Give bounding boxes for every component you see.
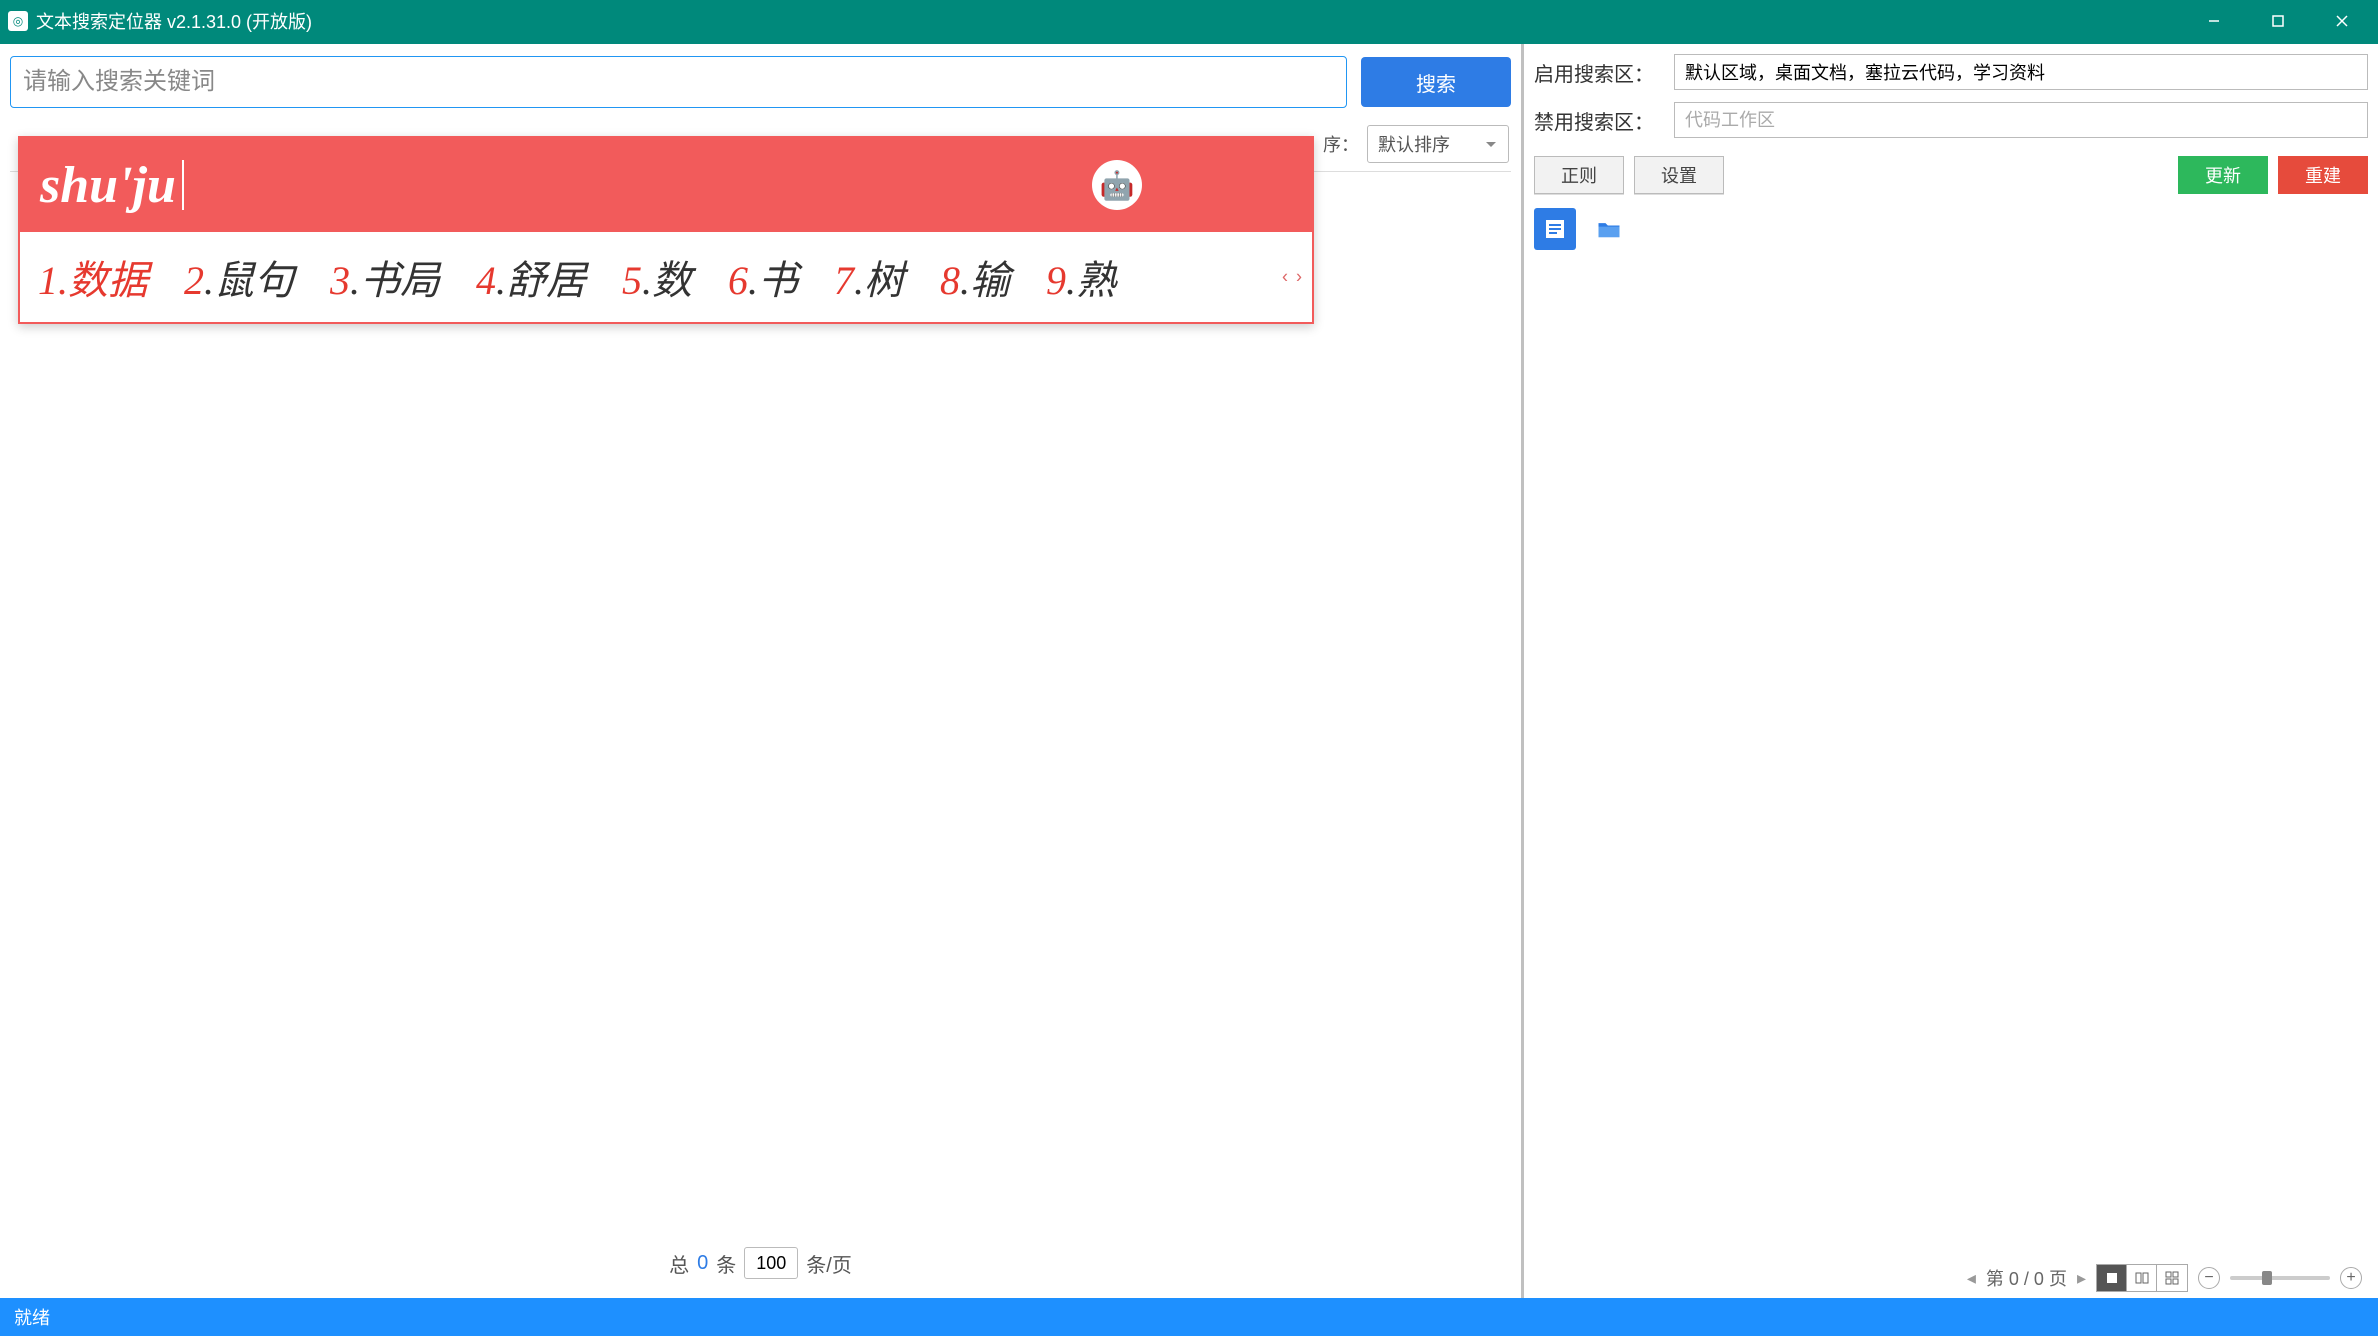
ime-prev-icon[interactable]: ‹ bbox=[1282, 267, 1288, 288]
status-bar: 就绪 bbox=[0, 1298, 2378, 1336]
ime-candidates[interactable]: 1.数据 2.鼠句 3.书局 4.舒居 5.数 6.书 7.树 8.输 9.熟 … bbox=[20, 232, 1312, 322]
regex-button[interactable]: 正则 bbox=[1534, 156, 1624, 194]
pagination: 总 0 条 条/页 bbox=[10, 1238, 1511, 1288]
ime-candidate[interactable]: 3.书局 bbox=[330, 248, 440, 306]
app-icon: ◎ bbox=[8, 11, 28, 31]
page-nav-next-icon[interactable]: ▸ bbox=[2077, 1268, 2086, 1289]
results-list bbox=[10, 172, 1511, 1238]
page-size-input[interactable] bbox=[744, 1247, 798, 1279]
total-suffix: 条 bbox=[716, 1249, 736, 1278]
zoom-in-button[interactable]: + bbox=[2340, 1267, 2362, 1289]
ime-candidate[interactable]: 4.舒居 bbox=[476, 248, 586, 306]
zoom-out-button[interactable]: − bbox=[2198, 1267, 2220, 1289]
preview-text-icon[interactable] bbox=[1534, 208, 1576, 250]
enable-zones-input[interactable] bbox=[1674, 54, 2368, 90]
ime-candidate[interactable]: 1.数据 bbox=[38, 248, 148, 306]
search-button[interactable]: 搜索 bbox=[1361, 57, 1511, 107]
ime-mascot-icon: 🤖 bbox=[1092, 160, 1142, 210]
disable-label: 禁用搜索区： bbox=[1534, 106, 1664, 135]
ime-candidate[interactable]: 9.熟 bbox=[1046, 248, 1116, 306]
total-count: 0 bbox=[697, 1252, 708, 1275]
disable-zones-input[interactable] bbox=[1674, 102, 2368, 138]
view-grid-icon[interactable] bbox=[2157, 1265, 2187, 1291]
ime-candidate[interactable]: 2.鼠句 bbox=[184, 248, 294, 306]
ime-overlay: shu'ju 🤖 1.数据 2.鼠句 3.书局 4.舒居 5.数 6.书 7.树… bbox=[18, 136, 1314, 324]
view-single-icon[interactable] bbox=[2097, 1265, 2127, 1291]
ime-next-icon[interactable]: › bbox=[1296, 267, 1302, 288]
update-button[interactable]: 更新 bbox=[2178, 156, 2268, 194]
settings-button[interactable]: 设置 bbox=[1634, 156, 1724, 194]
search-input[interactable] bbox=[10, 56, 1347, 108]
total-prefix: 总 bbox=[669, 1249, 689, 1278]
view-mode-toggle[interactable] bbox=[2096, 1264, 2188, 1292]
preview-area bbox=[1534, 258, 2368, 1258]
zoom-slider[interactable] bbox=[2230, 1276, 2330, 1280]
page-nav-prev-icon[interactable]: ◂ bbox=[1967, 1268, 1976, 1289]
status-text: 就绪 bbox=[14, 1304, 50, 1330]
sort-value: 默认排序 bbox=[1378, 131, 1450, 157]
maximize-button[interactable] bbox=[2258, 7, 2298, 35]
ime-candidate[interactable]: 6.书 bbox=[728, 248, 798, 306]
enable-label: 启用搜索区： bbox=[1534, 58, 1664, 87]
ime-cursor bbox=[182, 160, 184, 210]
window-title: 文本搜索定位器 v2.1.31.0 (开放版) bbox=[36, 8, 2194, 34]
rebuild-button[interactable]: 重建 bbox=[2278, 156, 2368, 194]
sort-label: 序： bbox=[1323, 131, 1359, 157]
close-button[interactable] bbox=[2322, 7, 2362, 35]
ime-candidate[interactable]: 5.数 bbox=[622, 248, 692, 306]
page-size-suffix: 条/页 bbox=[806, 1249, 852, 1278]
ime-candidate[interactable]: 8.输 bbox=[940, 248, 1010, 306]
left-pane: 搜索 序： 默认排序 总 0 条 条/页 shu'ju 🤖 1.数据 bbox=[0, 44, 1524, 1298]
sort-select[interactable]: 默认排序 bbox=[1367, 125, 1509, 163]
open-folder-icon[interactable] bbox=[1588, 208, 1630, 250]
view-double-icon[interactable] bbox=[2127, 1265, 2157, 1291]
page-info: 第 0 / 0 页 bbox=[1986, 1265, 2067, 1291]
minimize-button[interactable] bbox=[2194, 7, 2234, 35]
title-bar: ◎ 文本搜索定位器 v2.1.31.0 (开放版) bbox=[0, 0, 2378, 42]
right-pane: 启用搜索区： 禁用搜索区： 正则 设置 更新 重建 ◂ 第 0 / 0 页 bbox=[1524, 44, 2378, 1298]
ime-candidate[interactable]: 7.树 bbox=[834, 248, 904, 306]
ime-pinyin: shu'ju bbox=[40, 156, 176, 215]
